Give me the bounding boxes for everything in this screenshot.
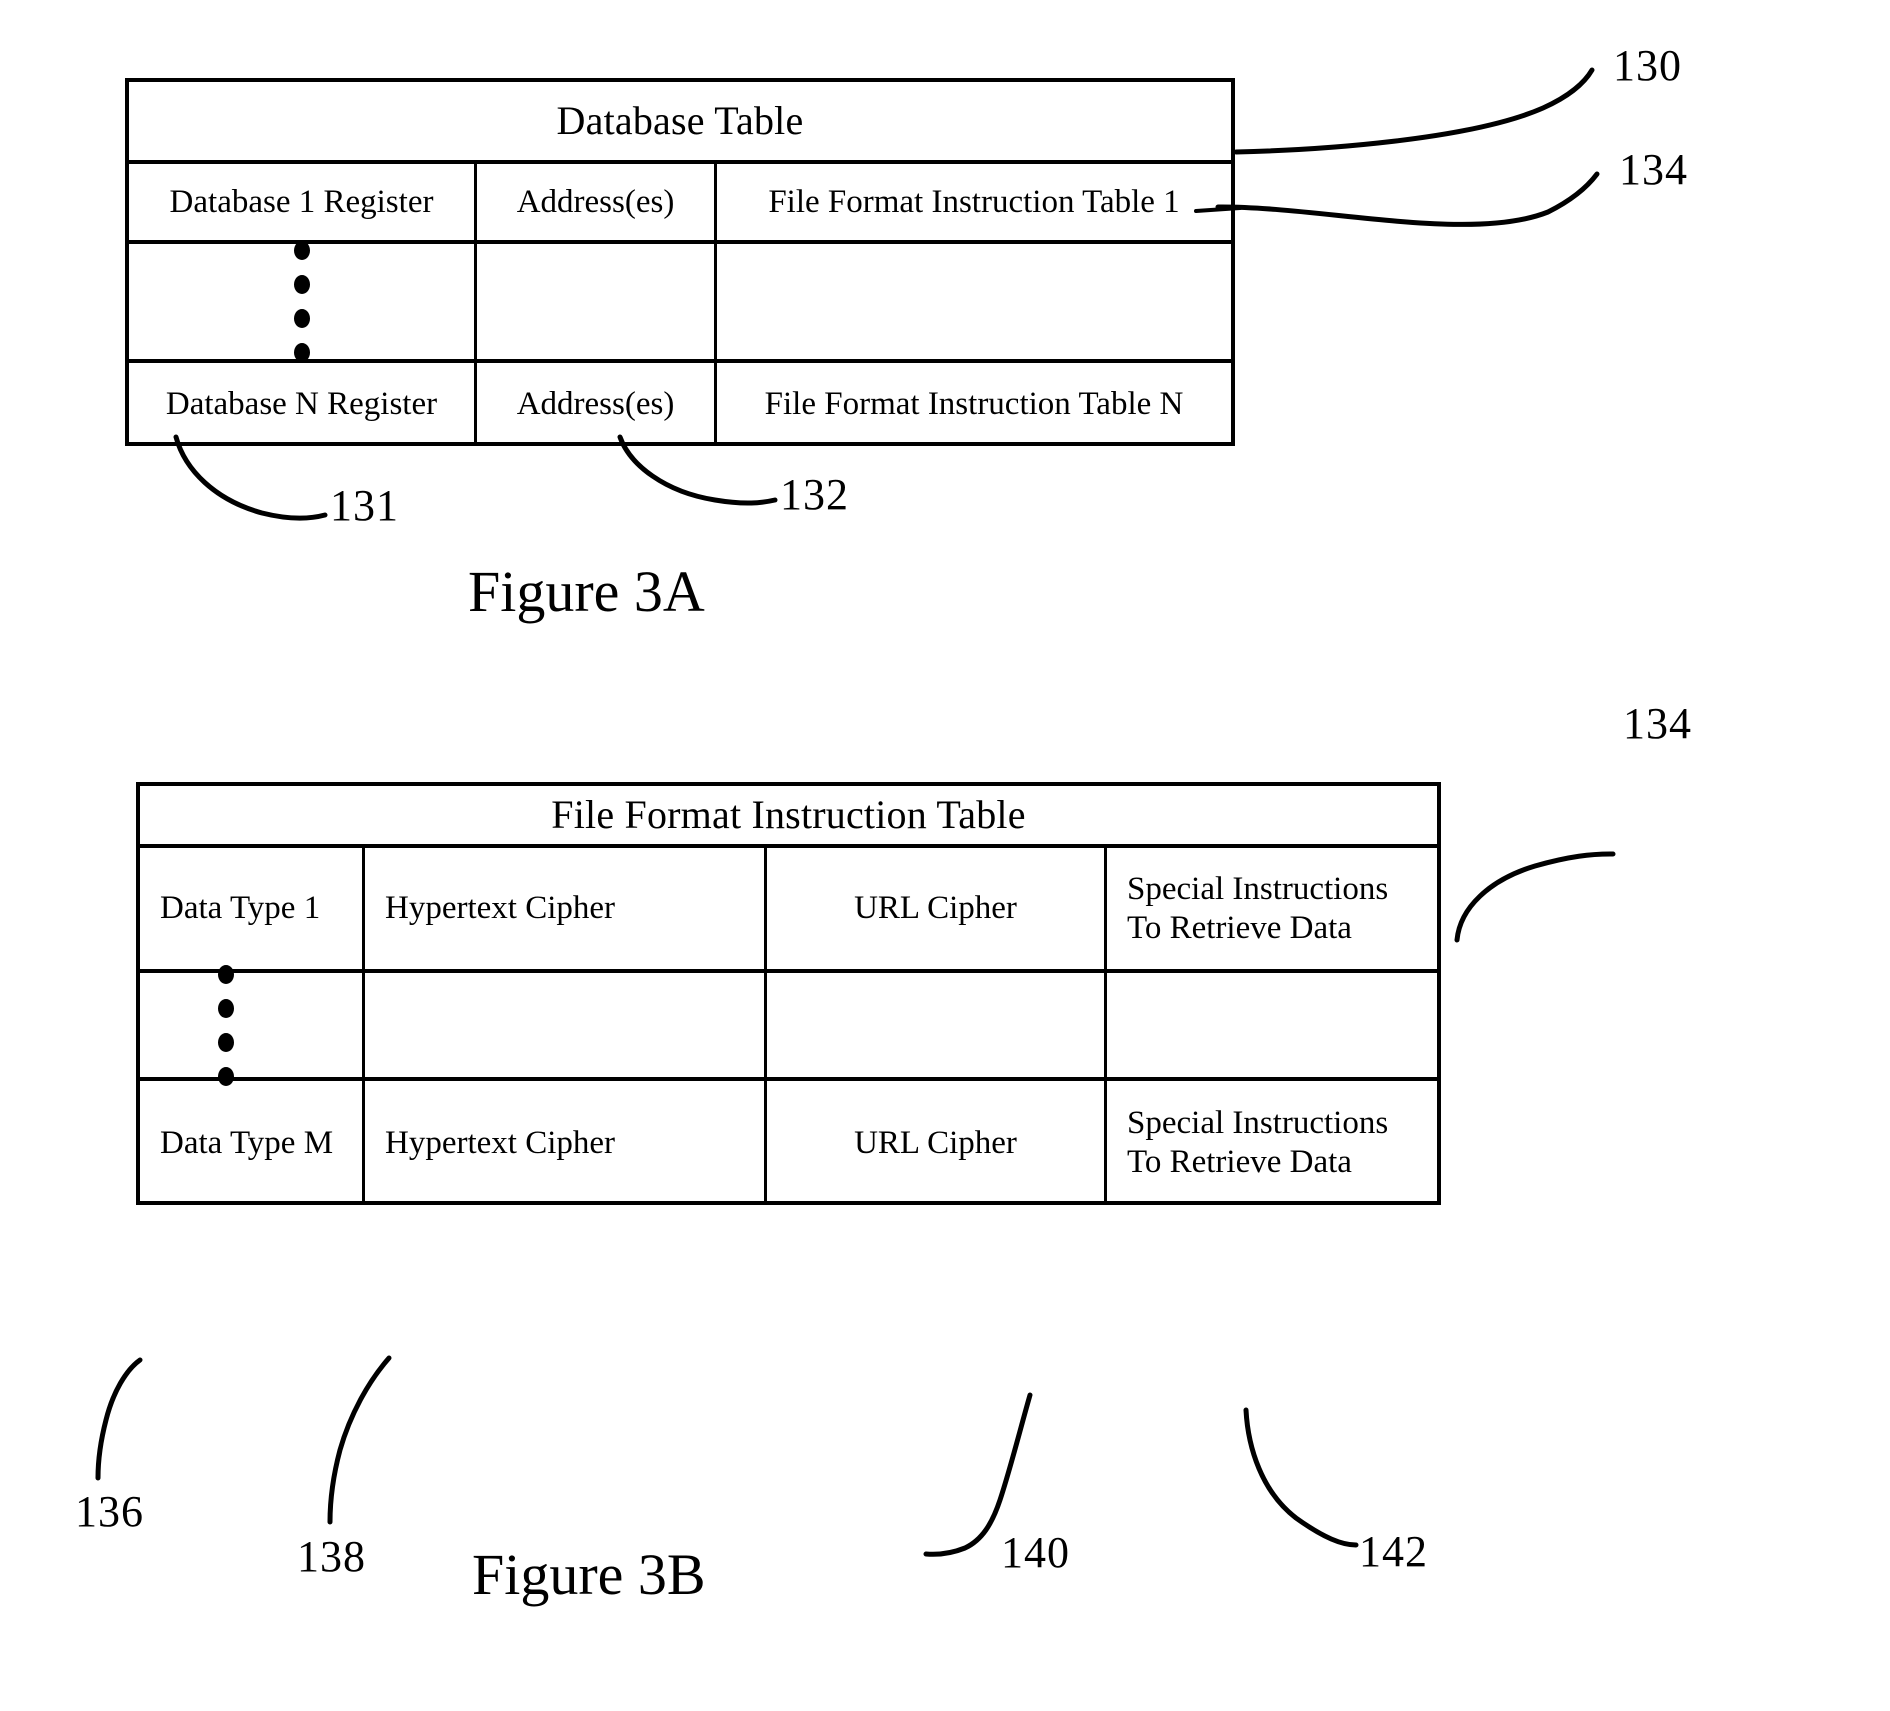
database-table-title: Database Table (556, 98, 804, 143)
leader-line-131 (173, 434, 328, 521)
table-row: Data Type 1 Hypertext Cipher URL Cipher … (140, 848, 1437, 973)
leader-line-134-fig3b (1454, 851, 1616, 943)
database-table-title-row: Database Table (129, 82, 1231, 164)
cell-special-instructions-row3: Special Instructions To Retrieve Data (1104, 1081, 1437, 1205)
cell-text: Address(es) (516, 386, 675, 423)
cell-text: URL Cipher (854, 1124, 1017, 1161)
cell-database-1-register: Database 1 Register (129, 164, 474, 240)
reference-numeral-134-fig3b: 134 (1623, 699, 1692, 748)
cell-ellipsis (129, 241, 474, 362)
cell-addresses-row3: Address(es) (474, 363, 714, 446)
reference-numeral-132: 132 (780, 470, 849, 519)
cell-data-type-1: Data Type 1 (140, 848, 362, 969)
reference-numeral-142: 142 (1359, 1527, 1428, 1576)
patent-figure-sheet: Database Table Database 1 Register Addre… (0, 0, 1890, 1711)
cell-text-line-2: To Retrieve Data (1127, 1144, 1352, 1180)
leader-line-142-visible (1243, 1407, 1359, 1548)
cell-text-line-1: Special Instructions (1127, 870, 1389, 907)
cell-empty (1104, 973, 1437, 1077)
leader-line-132 (617, 434, 778, 506)
cell-addresses-row1: Address(es) (474, 164, 714, 240)
cell-text: Data Type 1 (160, 890, 321, 927)
cell-text: File Format Instruction Table 1 (768, 183, 1180, 220)
table-row: Database N Register Address(es) File For… (129, 363, 1231, 446)
leader-line-134-fig3a (1215, 171, 1600, 227)
database-table-figure-3a: Database Table Database 1 Register Addre… (125, 78, 1235, 446)
table-row: Database 1 Register Address(es) File For… (129, 164, 1231, 244)
reference-numeral-136: 136 (75, 1487, 144, 1536)
cell-file-format-instruction-table-1: File Format Instruction Table 1 (714, 164, 1231, 240)
cell-text: File Format Instruction Table N (764, 386, 1184, 423)
reference-numeral-134-fig3a: 134 (1619, 145, 1688, 194)
cell-text: Database N Register (165, 386, 438, 423)
cell-text: Hypertext Cipher (385, 890, 616, 927)
cell-text: Database 1 Register (169, 183, 434, 220)
file-format-instruction-table-title-row: File Format Instruction Table (140, 786, 1437, 848)
cell-url-cipher-row3: URL Cipher (764, 1081, 1104, 1205)
cell-hypertext-cipher-row3: Hypertext Cipher (362, 1081, 764, 1205)
cell-empty (362, 973, 764, 1077)
cell-ellipsis (140, 964, 362, 1086)
cell-text-line-2: To Retrieve Data (1127, 909, 1352, 946)
cell-text: Hypertext Cipher (385, 1124, 616, 1161)
reference-numeral-130: 130 (1613, 41, 1682, 90)
cell-url-cipher-row1: URL Cipher (764, 848, 1104, 969)
vertical-ellipsis-icon (129, 241, 474, 362)
figure-3a-caption: Figure 3A (468, 559, 705, 624)
table-row: Data Type M Hypertext Cipher URL Cipher … (140, 1081, 1437, 1205)
cell-text: URL Cipher (854, 890, 1017, 927)
leader-line-138 (327, 1355, 392, 1525)
figure-3b-caption: Figure 3B (472, 1542, 706, 1607)
cell-database-n-register: Database N Register (129, 363, 474, 446)
cell-empty (764, 973, 1104, 1077)
cell-file-format-instruction-table-n: File Format Instruction Table N (714, 363, 1231, 446)
cell-text-line-1: Special Instructions (1127, 1105, 1389, 1142)
file-format-instruction-table-title: File Format Instruction Table (551, 792, 1026, 837)
cell-text: Data Type M (160, 1124, 334, 1161)
table-row-ellipsis (129, 241, 1231, 363)
table-row-ellipsis (140, 964, 1437, 1086)
reference-numeral-131: 131 (330, 481, 399, 530)
leader-line-130 (1233, 67, 1595, 155)
cell-empty (474, 244, 714, 359)
file-format-instruction-table-figure-3b: File Format Instruction Table Data Type … (136, 782, 1441, 1205)
cell-text-block: Special Instructions To Retrieve Data (1127, 1104, 1388, 1182)
cell-empty (714, 244, 1231, 359)
leader-line-136 (95, 1357, 143, 1481)
cell-text-block: Special Instructions To Retrieve Data (1127, 870, 1388, 948)
cell-special-instructions-row1: Special Instructions To Retrieve Data (1104, 848, 1437, 969)
reference-numeral-140: 140 (1001, 1528, 1070, 1577)
cell-data-type-m: Data Type M (140, 1081, 362, 1205)
cell-text: Address(es) (516, 183, 675, 220)
reference-numeral-138: 138 (297, 1532, 366, 1581)
vertical-ellipsis-icon (140, 964, 362, 1086)
cell-hypertext-cipher-row1: Hypertext Cipher (362, 848, 764, 969)
